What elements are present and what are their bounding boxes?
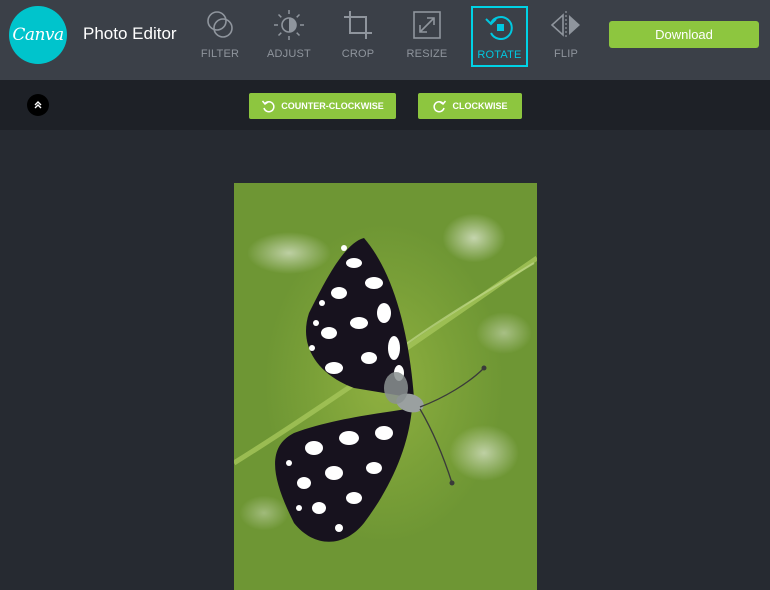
app-title: Photo Editor <box>83 24 177 43</box>
adjust-icon <box>274 10 304 40</box>
clockwise-label: CLOCKWISE <box>452 101 508 111</box>
canva-logo[interactable]: Canva <box>9 6 67 64</box>
tool-crop[interactable]: CROP <box>330 6 386 66</box>
rotate-clockwise-button[interactable]: CLOCKWISE <box>418 93 522 119</box>
tool-adjust-label: ADJUST <box>267 48 311 60</box>
tool-flip[interactable]: FLIP <box>538 6 594 66</box>
tool-filter-label: FILTER <box>200 48 240 60</box>
logo-text: Canva <box>12 25 64 45</box>
collapse-toolbar-button[interactable] <box>27 94 49 116</box>
tool-adjust[interactable]: ADJUST <box>261 6 317 66</box>
top-toolbar: Canva Photo Editor FILTER ADJUST CROP RE… <box>0 0 770 80</box>
rotate-icon <box>484 16 513 40</box>
flip-icon <box>550 11 580 39</box>
butterfly-photo[interactable] <box>234 183 537 590</box>
crop-icon <box>344 11 372 39</box>
rotate-counter-clockwise-button[interactable]: COUNTER-CLOCKWISE <box>249 93 396 119</box>
counter-clockwise-label: COUNTER-CLOCKWISE <box>281 101 384 111</box>
filter-icon <box>207 11 233 38</box>
resize-icon <box>413 11 441 39</box>
rotate-left-icon <box>262 100 275 113</box>
tool-rotate-label: ROTATE <box>477 49 522 61</box>
download-button[interactable]: Download <box>609 21 759 48</box>
tool-filter[interactable]: FILTER <box>192 6 248 66</box>
tool-rotate[interactable]: ROTATE <box>471 6 528 67</box>
tool-crop-label: CROP <box>341 48 375 60</box>
tool-resize-label: RESIZE <box>406 48 448 60</box>
chevron-double-up-icon <box>34 101 42 109</box>
rotate-right-icon <box>432 100 446 113</box>
butterfly-image <box>234 238 537 542</box>
tool-resize[interactable]: RESIZE <box>399 6 455 66</box>
tool-flip-label: FLIP <box>553 48 579 60</box>
